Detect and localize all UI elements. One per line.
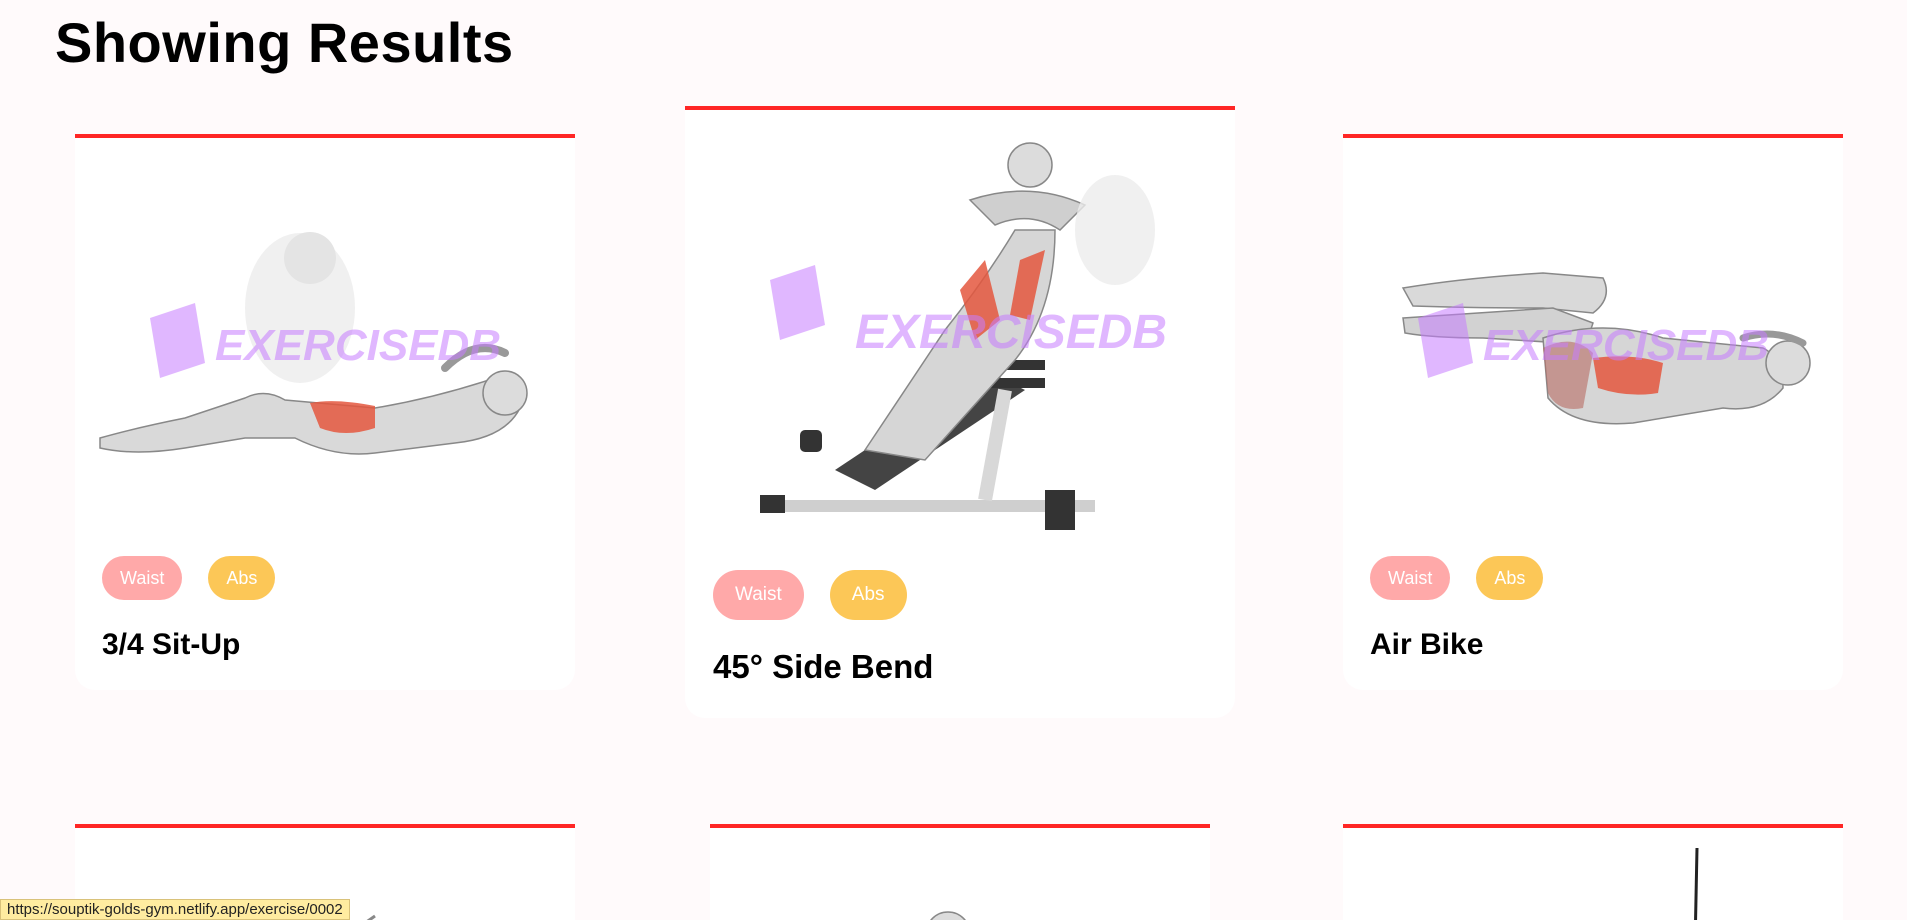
exercise-name: 45° Side Bend — [713, 648, 934, 685]
body-part-tag[interactable]: Waist — [1370, 556, 1451, 600]
page-title: Showing Results — [55, 11, 514, 74]
svg-text:EXERCISEDB: EXERCISEDB — [215, 321, 501, 370]
exercise-name: 3/4 Sit-Up — [102, 628, 241, 661]
exercise-card[interactable] — [710, 824, 1210, 920]
exercise-image — [710, 828, 1210, 920]
exercise-name: Air Bike — [1370, 628, 1484, 661]
body-part-tag[interactable]: Waist — [102, 556, 183, 600]
exercise-card[interactable]: EXERCISEDB Waist Abs 3/4 Sit-Up — [75, 134, 575, 690]
target-muscle-tag[interactable]: Abs — [829, 570, 907, 620]
exercise-results-page: Showing Results EXERCISEDB Waist Abs 3/4… — [0, 0, 1907, 920]
target-muscle-tag[interactable]: Abs — [1476, 556, 1544, 600]
svg-text:EXERCISEDB: EXERCISEDB — [1483, 321, 1769, 370]
body-part-tag[interactable]: Waist — [713, 570, 804, 620]
svg-text:EXERCISEDB: EXERCISEDB — [855, 306, 1167, 359]
exercise-card[interactable] — [1343, 824, 1843, 920]
exercise-image: EXERCISEDB — [685, 110, 1235, 564]
exercise-image: EXERCISEDB — [75, 138, 575, 548]
exercise-card[interactable]: EXERCISEDB Waist Abs 45° Side Bend — [685, 106, 1235, 718]
exercise-image: EXERCISEDB — [1343, 138, 1843, 548]
exercise-image — [1343, 828, 1843, 920]
target-muscle-tag[interactable]: Abs — [208, 556, 276, 600]
exercise-card[interactable]: EXERCISEDB Waist Abs Air Bike — [1343, 134, 1843, 690]
status-bar-url: https://souptik-golds-gym.netlify.app/ex… — [0, 899, 350, 920]
